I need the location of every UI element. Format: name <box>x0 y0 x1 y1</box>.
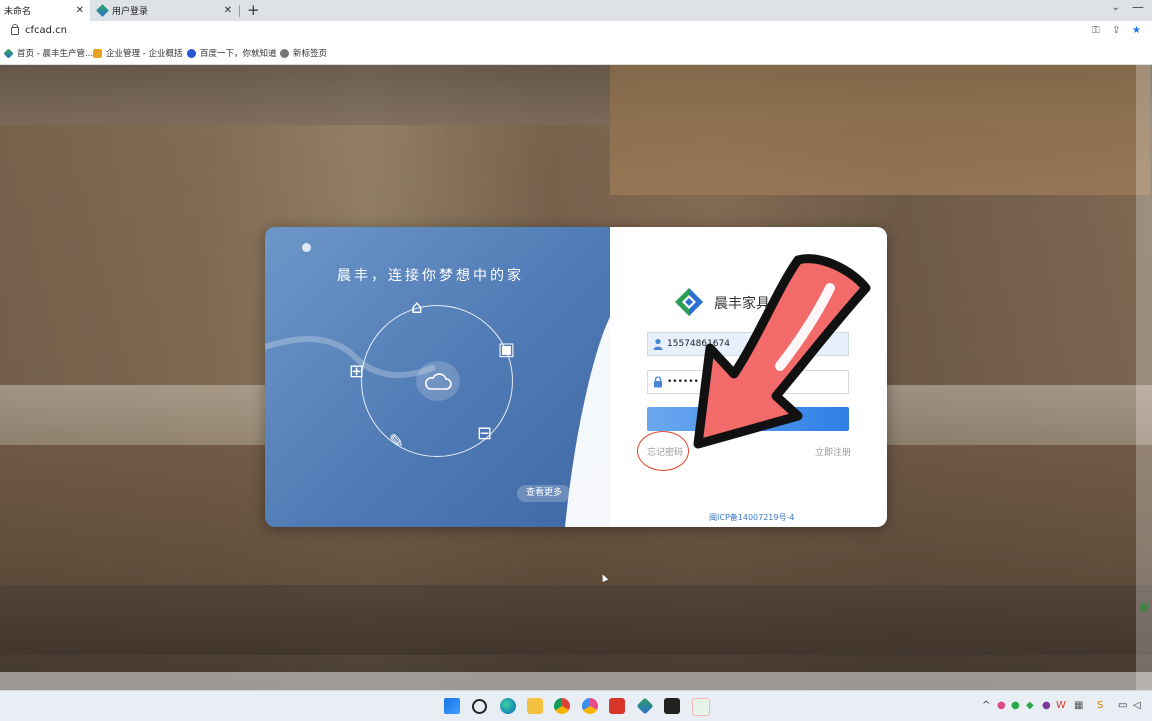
wechat-icon[interactable] <box>692 698 710 716</box>
icp-license-link[interactable]: 闽ICP备14007219号-4 <box>709 512 794 523</box>
tray-grid-icon[interactable]: ▦ <box>1074 700 1083 711</box>
brush-icon: ✎ <box>389 431 405 452</box>
tab-untitled[interactable]: 未命名 ✕ <box>0 0 90 21</box>
tab-bar: 未命名 ✕ 用户登录 ✕ + ⌄ — <box>0 0 1152 21</box>
page-bottom-strip <box>0 672 1152 690</box>
tray-chevron-icon[interactable]: ^ <box>982 700 990 711</box>
lock-icon[interactable] <box>11 24 19 35</box>
site-logo-icon <box>3 47 14 59</box>
share-icon[interactable]: ⇪ <box>1112 25 1120 36</box>
side-widget-icon[interactable]: ❀ <box>1138 600 1150 616</box>
close-tab-icon[interactable]: ✕ <box>76 5 84 16</box>
key-icon[interactable]: ⚿ <box>1092 25 1100 36</box>
browser-icon[interactable] <box>582 698 598 714</box>
bookmark-label: 首页 - 晨丰生产管... <box>17 49 94 59</box>
search-icon[interactable] <box>472 699 487 714</box>
tab-user-login[interactable]: 用户登录 ✕ <box>92 0 238 21</box>
url-field[interactable]: cfcad.cn <box>25 25 67 36</box>
wps-icon[interactable] <box>609 698 625 714</box>
tray-shield-icon[interactable]: ◆ <box>1026 700 1034 711</box>
bookmark-star-icon[interactable]: ★ <box>1132 25 1141 36</box>
start-icon[interactable] <box>444 698 460 714</box>
bookmarks-bar: 首页 - 晨丰生产管... 企业管理 - 企业概括 百度一下，你就知道 新标签页 <box>0 43 1152 65</box>
edge-icon[interactable] <box>500 698 516 714</box>
chrome-icon[interactable] <box>554 698 570 714</box>
minimize-icon[interactable]: — <box>1132 0 1144 14</box>
gift-bag-icon: ▣ <box>498 339 516 360</box>
new-tab-button[interactable]: + <box>247 1 260 19</box>
bookmark-label: 新标签页 <box>293 49 328 59</box>
org-chart-icon: ⊞ <box>349 361 365 382</box>
bookmark-item[interactable]: 新标签页 <box>280 47 327 59</box>
promo-panel: 晨丰，连接你梦想中的家 ⌂ ▣ ⊞ ✎ ⊟ 查看更多 <box>265 227 610 527</box>
bookmark-item[interactable]: 企业管理 - 企业概括 <box>93 47 182 59</box>
page-scrollbar[interactable] <box>1136 65 1152 690</box>
close-tab-icon[interactable]: ✕ <box>224 5 232 16</box>
tab-separator <box>239 5 240 17</box>
tab-label: 用户登录 <box>112 7 149 17</box>
tray-wechat-icon[interactable]: ● <box>1011 700 1020 711</box>
tab-search-chevron-icon[interactable]: ⌄ <box>1112 2 1120 13</box>
tray-qq-icon[interactable]: ● <box>1042 700 1051 711</box>
address-bar: cfcad.cn ⚿ ⇪ ★ <box>0 21 1152 43</box>
tray-wps-icon[interactable]: W <box>1056 700 1066 711</box>
volume-icon[interactable]: ◁ <box>1133 700 1141 711</box>
decor-dot <box>302 243 311 252</box>
network-icon[interactable]: ▭ <box>1118 700 1127 711</box>
company-icon <box>93 48 102 58</box>
camera-app-icon[interactable] <box>664 698 680 714</box>
baidu-paw-icon <box>187 48 196 58</box>
file-explorer-icon[interactable] <box>527 698 543 714</box>
background-upper-cabinets <box>610 65 1150 195</box>
user-icon <box>653 338 663 350</box>
lock-icon <box>654 376 662 388</box>
brand-app-icon[interactable] <box>636 697 654 715</box>
taskbar: ^ ● ● ◆ ● W ▦ S ▭ ◁ <box>0 690 1152 721</box>
see-more-button[interactable]: 查看更多 <box>517 485 571 502</box>
bookmark-item[interactable]: 首页 - 晨丰生产管... <box>3 47 94 59</box>
store-icon: ⌂ <box>411 297 423 318</box>
bookmark-item[interactable]: 百度一下，你就知道 <box>187 47 277 59</box>
tab-label: 未命名 <box>4 7 32 17</box>
globe-icon <box>280 48 289 58</box>
tray-app-icon[interactable]: ● <box>997 700 1006 711</box>
annotation-arrow <box>693 254 871 449</box>
cloud-icon <box>425 373 452 390</box>
bookmark-label: 企业管理 - 企业概括 <box>106 49 183 59</box>
layout-icon: ⊟ <box>477 423 493 444</box>
promo-slogan: 晨丰，连接你梦想中的家 <box>337 268 524 284</box>
tray-s-icon[interactable]: S <box>1097 700 1103 711</box>
bookmark-label: 百度一下，你就知道 <box>200 49 277 59</box>
site-logo-icon <box>96 4 109 17</box>
